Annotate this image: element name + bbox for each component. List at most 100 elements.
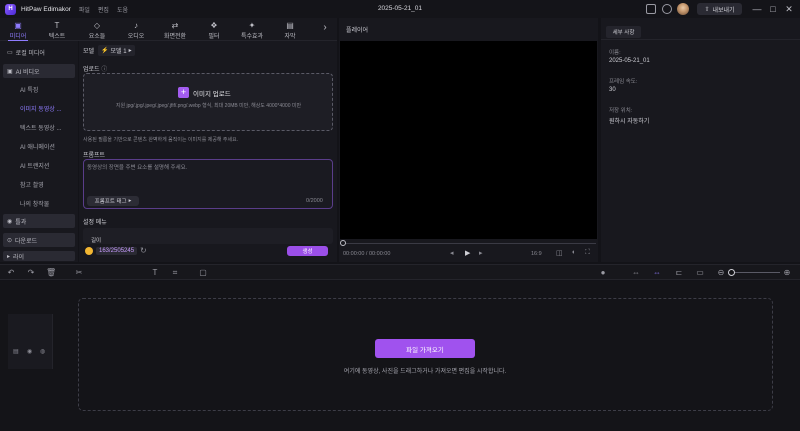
- coin-icon: [85, 246, 93, 255]
- toolbar-next[interactable]: ›: [315, 19, 335, 41]
- next-frame-icon[interactable]: ▸: [479, 249, 483, 257]
- fullscreen-icon[interactable]: ⛶: [585, 249, 590, 257]
- credits-row: 163/2505245 ↻: [85, 246, 147, 255]
- nav-sub-ai-animation[interactable]: AI 애니메이션: [10, 140, 76, 152]
- nav-label: 다운로드: [15, 238, 38, 245]
- prev-frame-icon[interactable]: ◂: [450, 249, 454, 257]
- undo-icon[interactable]: ↶: [6, 268, 16, 278]
- menu-help[interactable]: 도움: [117, 5, 128, 14]
- nav-sub-ai-feature[interactable]: AI 특징: [10, 83, 76, 95]
- tool-effects[interactable]: ✦ 특수효과: [237, 19, 267, 41]
- track-mute-icon[interactable]: ◍: [40, 348, 45, 355]
- snapshot-icon[interactable]: ◫: [556, 249, 563, 257]
- folder-icon: ▭: [7, 49, 13, 56]
- magnet-icon[interactable]: ⇔: [652, 268, 662, 278]
- text-icon: T: [54, 21, 60, 30]
- nav-library[interactable]: ▸ 라이: [3, 251, 75, 261]
- model-select[interactable]: ⚡ 모델 1 ▸: [98, 45, 135, 56]
- effects-icon: ✦: [248, 21, 256, 30]
- upload-tip: 사용된 필름을 기반으로 콘텐츠 완벽하게 움직이는 이미지를 제공해 주세요.: [83, 137, 239, 143]
- char-count: 0/2000: [306, 198, 323, 204]
- link-icon[interactable]: ⇔: [631, 268, 641, 278]
- export-icon: ⇧: [704, 6, 710, 13]
- generate-button[interactable]: 생성: [287, 246, 328, 256]
- zoom-in-icon[interactable]: ⊕: [782, 268, 792, 278]
- player-scrubber[interactable]: [343, 243, 596, 244]
- maximize-icon[interactable]: □: [767, 3, 779, 15]
- delete-icon[interactable]: 🗑: [46, 268, 56, 278]
- message-icon[interactable]: [646, 4, 656, 14]
- tool-elements[interactable]: ◇ 요소들: [82, 19, 112, 41]
- import-file-button[interactable]: 파일 가져오기: [375, 339, 475, 358]
- aspect-ratio-select[interactable]: 16:9: [531, 251, 542, 257]
- nav-label: AI 비디오: [15, 69, 40, 76]
- tool-label: 화면전환: [163, 34, 187, 40]
- scrubber-handle[interactable]: [340, 240, 346, 246]
- credits-value: 163/2505245: [96, 246, 138, 255]
- nav-sub-text-to-video[interactable]: 텍스트 동영상 ...: [10, 121, 76, 133]
- minimize-icon[interactable]: —: [751, 3, 763, 15]
- mic-icon[interactable]: ●: [598, 268, 608, 278]
- crop-icon[interactable]: ⌗: [170, 268, 180, 278]
- menu-file[interactable]: 파일: [79, 5, 90, 14]
- tool-transition[interactable]: ⇄ 화면전환: [160, 19, 190, 41]
- tool-label: 오디오: [127, 34, 145, 40]
- prompt-placeholder: 동영상의 장면을 주변 요소를 설명해 주세요.: [87, 165, 188, 171]
- nav-template[interactable]: ◉ 틀과: [3, 214, 75, 228]
- prompt-tag-label: 프롬프트 태그: [94, 199, 127, 205]
- avatar[interactable]: [677, 3, 689, 15]
- nav-label: 로컬 미디어: [15, 50, 45, 57]
- app-name: HitPaw Edimakor: [21, 5, 71, 13]
- track-visibility-icon[interactable]: ◉: [27, 348, 32, 355]
- zoom-out-icon[interactable]: ⊖: [716, 268, 726, 278]
- tool-media[interactable]: ▣ 미디어: [3, 19, 33, 41]
- nav-local-media[interactable]: ▭ 로컬 미디어: [3, 45, 75, 59]
- download-icon[interactable]: [662, 4, 672, 14]
- upload-button[interactable]: + 이미지 업로드: [178, 87, 231, 98]
- tool-text[interactable]: T 텍스트: [42, 19, 72, 41]
- tool-label: 자막: [284, 34, 296, 40]
- download-icon: ⊙: [7, 237, 13, 244]
- mark-icon[interactable]: ▢: [198, 268, 208, 278]
- nav-sub-image-to-video[interactable]: 이미지 동영상 ...: [10, 102, 76, 114]
- zoom-handle[interactable]: [728, 269, 735, 276]
- nav-ai-video[interactable]: ▣ AI 비디오: [3, 64, 75, 78]
- nav-download[interactable]: ⊙ 다운로드: [3, 233, 75, 247]
- tool-label: 미디어: [9, 34, 27, 40]
- tool-subtitle[interactable]: ▤ 자막: [275, 19, 305, 41]
- redo-icon[interactable]: ↷: [26, 268, 36, 278]
- snap-icon[interactable]: ⊏: [674, 268, 684, 278]
- close-icon[interactable]: ✕: [783, 3, 795, 15]
- nav-sub-reference[interactable]: 참고 촬영: [10, 178, 76, 190]
- volume-icon[interactable]: ◖: [571, 249, 575, 256]
- export-button[interactable]: ⇧ 내보내기: [697, 3, 742, 15]
- refresh-icon[interactable]: ↻: [140, 246, 147, 255]
- video-preview[interactable]: [340, 41, 597, 239]
- tab-details[interactable]: 세부 사항: [606, 26, 641, 38]
- split-icon[interactable]: ✂: [74, 268, 84, 278]
- nav-sub-my-creations[interactable]: 나의 창작물: [10, 197, 76, 209]
- zoom-slider[interactable]: [730, 272, 780, 273]
- nav-sub-ai-transition[interactable]: AI 트랜지션: [10, 159, 76, 171]
- tool-filter[interactable]: ❖ 필터: [199, 19, 229, 41]
- play-icon: ▸: [7, 253, 11, 260]
- tool-label: 요소들: [88, 34, 106, 40]
- menu-edit[interactable]: 편집: [98, 5, 109, 14]
- tool-audio[interactable]: ♪ 오디오: [121, 19, 151, 41]
- model-row: 모델 ⚡ 모델 1 ▸: [83, 45, 135, 56]
- track-lock-icon[interactable]: ▤: [13, 348, 19, 355]
- main-toolbar: ▣ 미디어 T 텍스트 ◇ 요소들 ♪ 오디오 ⇄ 화면전환 ❖ 필터 ✦ 특수효과 ▤ 자막 …: [0, 18, 337, 41]
- media-icon: ▣: [14, 21, 22, 30]
- preview-icon[interactable]: ▭: [695, 268, 705, 278]
- circle-icon: ◉: [7, 218, 13, 225]
- track-header: ▤ ◉ ◍: [8, 314, 53, 369]
- tool-label: 특수효과: [240, 34, 264, 40]
- upload-label: 업로드 ⓘ: [83, 64, 107, 73]
- play-icon[interactable]: ▶: [465, 249, 470, 257]
- chevron-right-icon: ▸: [128, 48, 132, 54]
- settings-label: 설정 메뉴: [83, 220, 107, 226]
- text-tool-icon[interactable]: T: [150, 268, 160, 278]
- prompt-label: 프롬프트: [83, 153, 106, 159]
- prompt-tag-button[interactable]: 프롬프트 태그 ▸: [87, 196, 139, 206]
- duration-label: 길이: [91, 238, 102, 244]
